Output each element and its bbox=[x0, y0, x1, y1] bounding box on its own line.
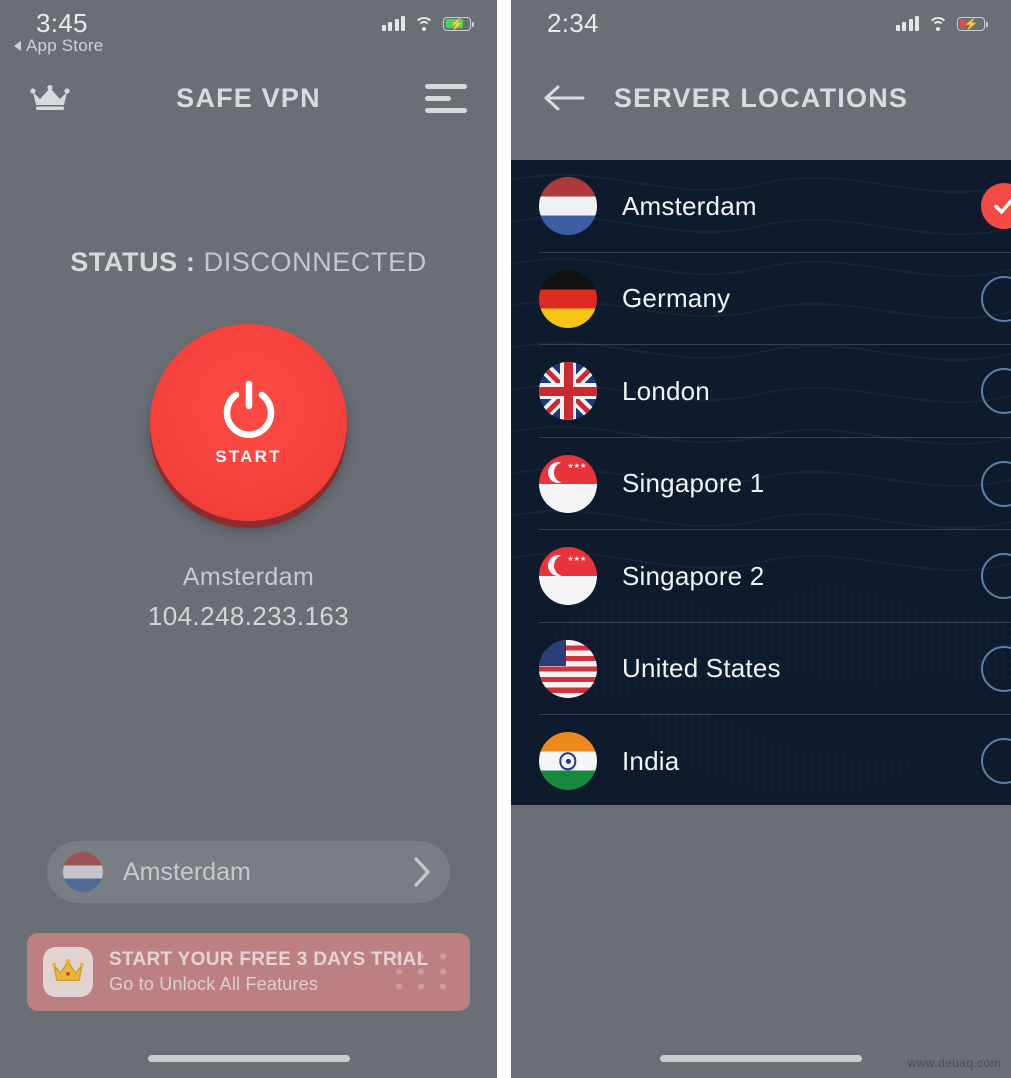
status-label: STATUS : bbox=[70, 247, 196, 277]
list-item[interactable]: Germany bbox=[511, 253, 1011, 346]
server-locations-list: Amsterdam Germany London ★★★ Singapore 1… bbox=[511, 160, 1011, 805]
location-radio-button[interactable] bbox=[981, 553, 1011, 600]
home-indicator-left[interactable] bbox=[147, 1055, 350, 1062]
location-name: India bbox=[622, 745, 680, 776]
banner-title: START YOUR FREE 3 DAYS TRIAL bbox=[109, 949, 429, 970]
dual-screenshot-container: 3:45 App Store ⚡ SAFE VPN STATUS: DISCO… bbox=[0, 0, 1011, 1078]
list-item[interactable]: India bbox=[511, 715, 1011, 805]
status-bar-left: 3:45 App Store ⚡ bbox=[0, 0, 497, 62]
location-name: Singapore 1 bbox=[622, 468, 765, 499]
vpn-home-screen: 3:45 App Store ⚡ SAFE VPN STATUS: DISCO… bbox=[0, 0, 497, 1078]
free-trial-banner[interactable]: START YOUR FREE 3 DAYS TRIAL Go to Unloc… bbox=[27, 933, 470, 1011]
flag-singapore-icon: ★★★ bbox=[539, 547, 597, 606]
flag-netherlands-icon bbox=[539, 177, 597, 236]
location-name: United States bbox=[622, 653, 781, 684]
status-bar-indicators: ⚡ bbox=[381, 8, 474, 31]
cellular-signal-icon bbox=[381, 16, 405, 31]
home-indicator-right[interactable] bbox=[660, 1055, 862, 1062]
connection-info: Amsterdam 104.248.233.163 bbox=[0, 563, 497, 632]
server-picker-label: Amsterdam bbox=[123, 857, 251, 886]
battery-charging-icon: ⚡ bbox=[957, 16, 988, 31]
flag-united-states-icon bbox=[539, 639, 597, 698]
banner-subtitle: Go to Unlock All Features bbox=[109, 974, 319, 994]
crown-icon[interactable] bbox=[30, 85, 70, 111]
status-value: DISCONNECTED bbox=[203, 247, 427, 277]
location-name: Singapore 2 bbox=[622, 560, 765, 591]
crown-badge-icon bbox=[43, 947, 93, 997]
location-radio-button[interactable] bbox=[981, 460, 1011, 507]
list-item[interactable]: Amsterdam bbox=[511, 160, 1011, 253]
wifi-icon bbox=[928, 16, 948, 31]
location-name: Amsterdam bbox=[622, 190, 757, 221]
power-button-area: START bbox=[0, 324, 497, 521]
connected-server-name: Amsterdam bbox=[182, 563, 315, 591]
server-locations-screen: 2:34 ⚡ SERVER LOCATIONS Amsterdam German… bbox=[511, 0, 1011, 1078]
power-button-label: START bbox=[215, 446, 282, 466]
status-bar-clock-right: 2:34 bbox=[547, 8, 599, 38]
flag-singapore-icon: ★★★ bbox=[539, 454, 597, 513]
list-item[interactable]: United States bbox=[511, 623, 1011, 716]
status-bar-indicators-right: ⚡ bbox=[895, 8, 988, 31]
battery-charging-icon: ⚡ bbox=[443, 16, 474, 31]
server-picker-button[interactable]: Amsterdam bbox=[47, 841, 450, 903]
flag-germany-icon bbox=[539, 269, 597, 328]
power-icon bbox=[218, 379, 280, 441]
list-item[interactable]: ★★★ Singapore 2 bbox=[511, 530, 1011, 623]
status-bar-clock: 3:45 bbox=[36, 8, 88, 38]
chevron-right-icon bbox=[412, 855, 432, 889]
list-item[interactable]: ★★★ Singapore 1 bbox=[511, 438, 1011, 531]
back-triangle-icon bbox=[14, 41, 21, 51]
screen-divider bbox=[497, 0, 511, 1078]
return-to-app-store-link[interactable]: App Store bbox=[14, 36, 103, 56]
flag-india-icon bbox=[539, 732, 597, 791]
ip-address: 104.248.233.163 bbox=[147, 601, 350, 631]
location-rows: Amsterdam Germany London ★★★ Singapore 1… bbox=[511, 160, 1011, 805]
app-bar-right: SERVER LOCATIONS bbox=[511, 62, 1011, 134]
location-radio-button[interactable] bbox=[981, 738, 1011, 785]
banner-text: START YOUR FREE 3 DAYS TRIAL Go to Unloc… bbox=[109, 949, 428, 995]
wifi-icon bbox=[414, 16, 434, 31]
page-title: SAFE VPN bbox=[176, 82, 321, 113]
location-name: London bbox=[622, 375, 710, 406]
cellular-signal-icon bbox=[895, 16, 919, 31]
vpn-status-line: STATUS : DISCONNECTED bbox=[0, 247, 497, 278]
location-selected-indicator[interactable] bbox=[981, 183, 1011, 230]
location-name: Germany bbox=[622, 283, 731, 314]
status-bar-right: 2:34 ⚡ bbox=[511, 0, 1011, 62]
return-app-label: App Store bbox=[26, 36, 104, 55]
hamburger-menu-icon[interactable] bbox=[425, 83, 467, 113]
location-radio-button[interactable] bbox=[981, 275, 1011, 322]
site-watermark: www.deuaq.com bbox=[907, 1056, 1001, 1070]
flag-united-kingdom-icon bbox=[539, 362, 597, 421]
list-item[interactable]: London bbox=[511, 345, 1011, 438]
back-arrow-icon[interactable] bbox=[541, 83, 587, 113]
app-bar-left: SAFE VPN bbox=[0, 62, 497, 134]
flag-netherlands-icon bbox=[63, 852, 103, 892]
vpn-start-button[interactable]: START bbox=[150, 324, 347, 521]
location-radio-button[interactable] bbox=[981, 645, 1011, 692]
location-radio-button[interactable] bbox=[981, 368, 1011, 415]
